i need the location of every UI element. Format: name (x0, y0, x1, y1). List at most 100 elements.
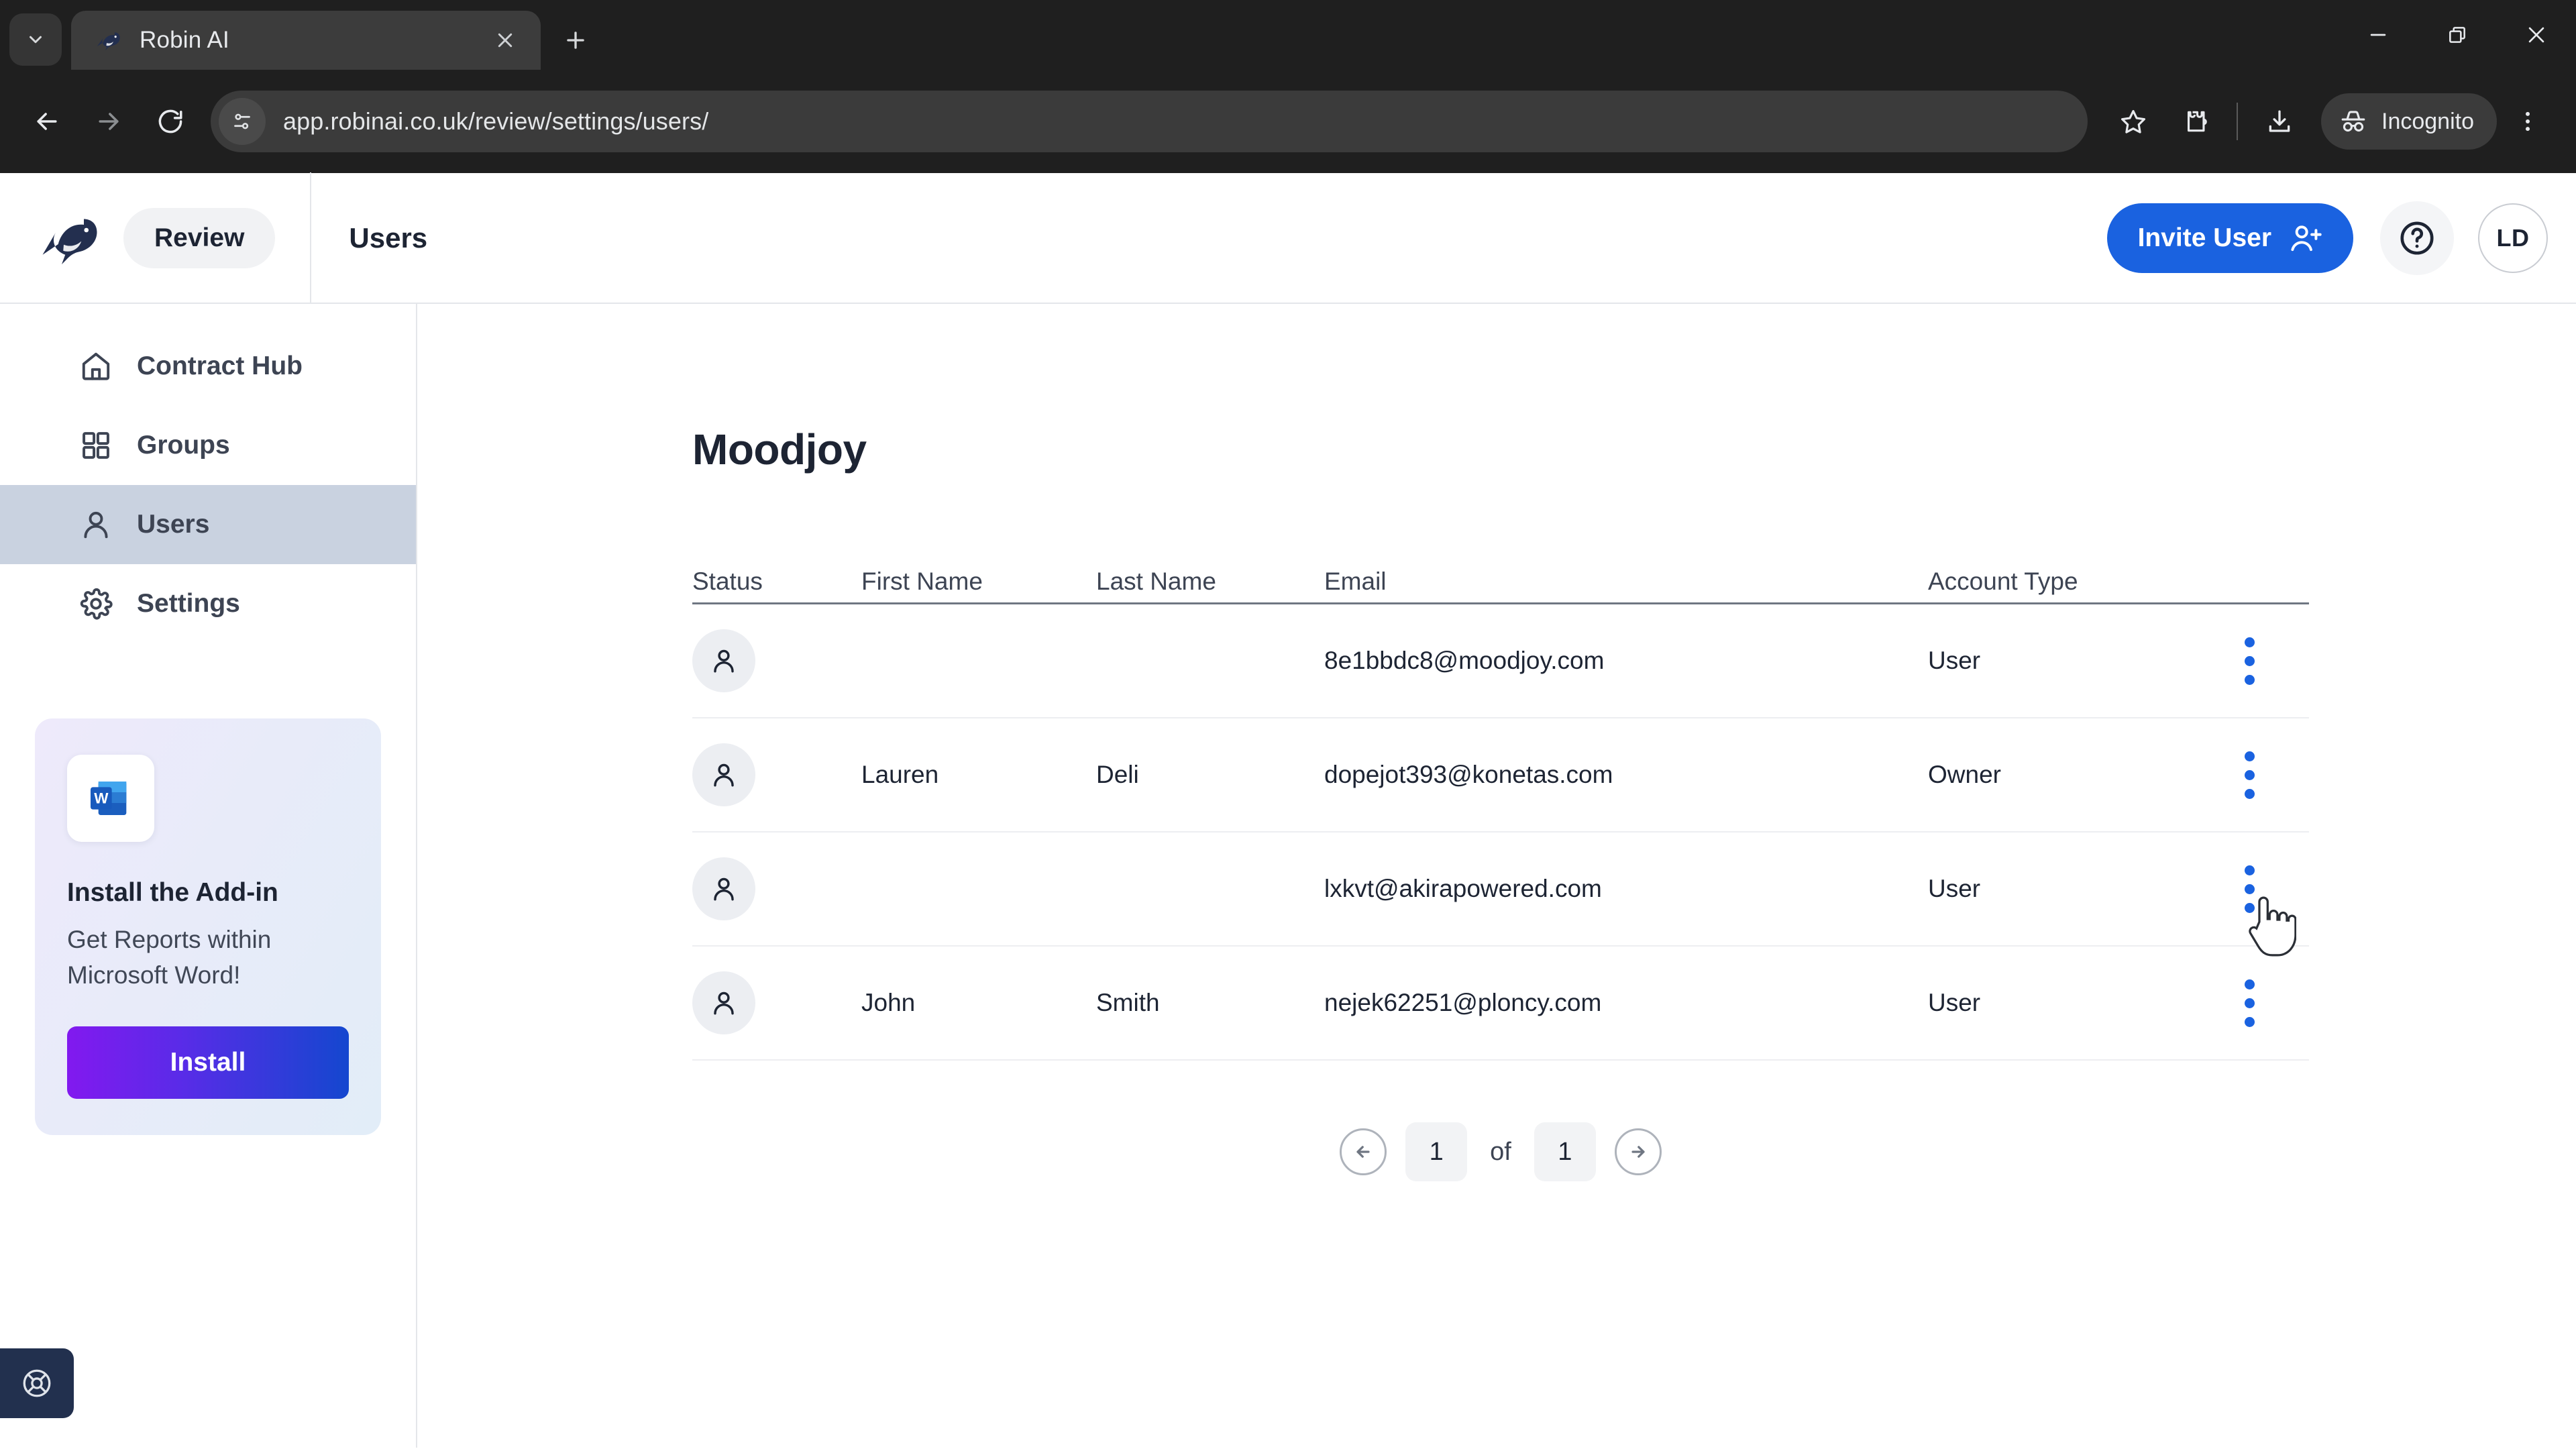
close-icon (2528, 27, 2544, 43)
sidebar-item-label: Contract Hub (137, 352, 303, 380)
question-mark-circle-icon (2400, 221, 2434, 255)
column-header-first-name: First Name (861, 568, 983, 595)
pagination-prev-button[interactable] (1340, 1128, 1387, 1175)
app-body: Contract Hub Groups Users Settings W Ins… (0, 304, 2576, 1448)
product-switcher-review[interactable]: Review (123, 207, 276, 268)
app-header: Review Users Invite User LD (0, 172, 2576, 304)
user-icon (75, 504, 117, 545)
sidebar-item-label: Groups (137, 431, 230, 460)
forward-button[interactable] (78, 91, 140, 152)
window-maximize-button[interactable] (2418, 0, 2497, 70)
arrow-right-circle-icon (1631, 1146, 1645, 1158)
robin-bird-logo[interactable] (35, 201, 109, 275)
invite-user-button[interactable]: Invite User (2106, 203, 2353, 273)
user-avatar-button[interactable]: LD (2478, 203, 2548, 273)
reload-icon (158, 109, 182, 133)
pagination-current-page[interactable]: 1 (1405, 1122, 1468, 1181)
cell-email: lxkvt@akirapowered.com (1324, 875, 1602, 902)
organization-title: Moodjoy (692, 425, 867, 474)
site-settings-icon (234, 113, 250, 129)
cell-email: 8e1bbdc8@moodjoy.com (1324, 647, 1605, 674)
row-actions-menu-button[interactable] (2226, 629, 2273, 692)
table-row[interactable]: 8e1bbdc8@moodjoy.com User (692, 604, 2309, 718)
sidebar-item-label: Settings (137, 589, 240, 618)
cell-email: nejek62251@ploncy.com (1324, 989, 1602, 1016)
promo-title: Install the Add-in (67, 878, 278, 907)
sidebar-item-users[interactable]: Users (0, 485, 416, 564)
cell-account-type: Owner (1928, 761, 2001, 788)
row-actions-menu-button[interactable] (2226, 971, 2273, 1034)
url-text: app.robinai.co.uk/review/settings/users/ (283, 107, 709, 135)
user-plus-icon (2291, 225, 2322, 251)
pagination-next-button[interactable] (1614, 1128, 1662, 1175)
new-tab-button[interactable] (551, 16, 600, 64)
cell-account-type: User (1928, 875, 1981, 902)
avatar-initials: LD (2496, 223, 2530, 252)
user-avatar-icon (692, 971, 755, 1034)
product-pill-label: Review (154, 223, 245, 252)
row-actions-menu-button[interactable] (2226, 743, 2273, 806)
cell-first-name: Lauren (861, 761, 939, 788)
user-avatar-icon (692, 743, 755, 806)
user-avatar-icon (692, 857, 755, 920)
sidebar-item-settings[interactable]: Settings (0, 564, 416, 643)
tab-close-button[interactable] (487, 22, 523, 58)
sidebar-item-contract-hub[interactable]: Contract Hub (0, 327, 416, 406)
forward-arrow-icon (99, 113, 119, 130)
install-button-label: Install (170, 1048, 246, 1077)
gear-icon (75, 583, 117, 625)
kebab-menu-icon (2525, 111, 2530, 131)
bookmark-button[interactable] (2102, 91, 2164, 152)
tab-strip: Robin AI (0, 0, 2576, 70)
cell-last-name: Smith (1096, 989, 1160, 1016)
incognito-indicator[interactable]: Incognito (2321, 93, 2497, 150)
back-button[interactable] (16, 91, 78, 152)
sidebar-item-label: Users (137, 510, 210, 539)
column-header-email: Email (1324, 568, 1387, 595)
address-bar[interactable]: app.robinai.co.uk/review/settings/users/ (211, 91, 2088, 152)
downloads-button[interactable] (2249, 91, 2310, 152)
sidebar-item-groups[interactable]: Groups (0, 406, 416, 485)
browser-tab[interactable]: Robin AI (71, 11, 541, 70)
download-icon (2269, 110, 2290, 132)
plus-icon (567, 32, 584, 49)
cell-account-type: User (1928, 989, 1981, 1016)
total-pages-number: 1 (1558, 1137, 1572, 1166)
window-close-button[interactable] (2497, 0, 2576, 70)
invite-user-label: Invite User (2137, 223, 2271, 252)
users-table: Status First Name Last Name Email Accoun… (692, 553, 2309, 1061)
table-row[interactable]: lxkvt@akirapowered.com User (692, 833, 2309, 947)
puzzle-piece-icon (2187, 111, 2207, 132)
extensions-button[interactable] (2164, 91, 2226, 152)
column-header-account-type: Account Type (1928, 568, 2078, 595)
support-widget-button[interactable] (0, 1348, 74, 1418)
help-button[interactable] (2380, 201, 2454, 275)
word-addin-promo-card: W Install the Add-in Get Reports within … (35, 718, 381, 1136)
window-minimize-button[interactable] (2339, 0, 2418, 70)
lifebuoy-icon (23, 1369, 51, 1397)
reload-button[interactable] (140, 91, 201, 152)
site-settings-button[interactable] (219, 98, 266, 145)
close-icon (498, 33, 513, 48)
table-row[interactable]: John Smith nejek62251@ploncy.com User (692, 947, 2309, 1061)
browser-menu-button[interactable] (2497, 91, 2559, 152)
row-actions-menu-button[interactable] (2226, 857, 2273, 920)
incognito-label: Incognito (2381, 108, 2474, 134)
chevron-down-icon (30, 36, 42, 44)
pagination-total-pages[interactable]: 1 (1534, 1122, 1596, 1181)
table-row[interactable]: Lauren Deli dopejot393@konetas.com Owner (692, 718, 2309, 833)
browser-chrome: Robin AI app.robinai.co.uk/review/settin… (0, 0, 2576, 173)
back-arrow-icon (37, 113, 57, 130)
window-controls (2339, 0, 2576, 70)
promo-subtitle: Get Reports within Microsoft Word! (67, 926, 272, 989)
robin-bird-favicon (94, 25, 125, 56)
tab-search-button[interactable] (9, 13, 62, 66)
main-content: Moodjoy Status First Name Last Name Emai… (417, 304, 2576, 1448)
sidebar: Contract Hub Groups Users Settings W Ins… (0, 304, 417, 1448)
grid-icon (75, 425, 117, 466)
restore-icon (2449, 27, 2465, 43)
home-icon (75, 345, 117, 387)
arrow-left-circle-icon (1356, 1146, 1370, 1158)
pagination-of-label: of (1490, 1137, 1511, 1166)
install-addin-button[interactable]: Install (67, 1026, 349, 1099)
